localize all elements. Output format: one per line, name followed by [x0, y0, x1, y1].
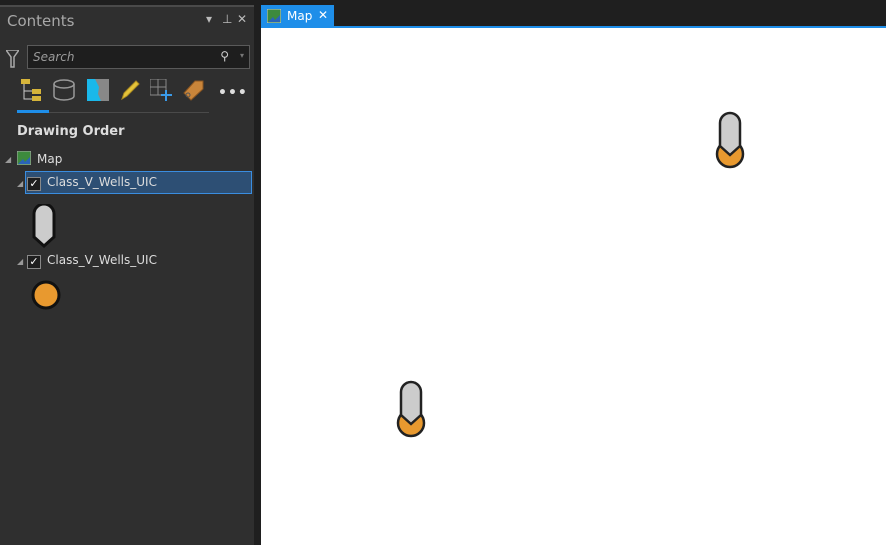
search-dropdown-icon[interactable]: ▾	[240, 51, 244, 60]
editing-icon[interactable]	[119, 79, 141, 101]
selection-icon[interactable]	[87, 79, 109, 101]
map-icon	[17, 151, 31, 165]
view-toolbar	[17, 77, 209, 113]
drawing-order-icon[interactable]	[21, 79, 43, 101]
snapping-icon[interactable]	[150, 79, 172, 101]
data-source-icon[interactable]	[53, 79, 75, 101]
map-icon	[267, 9, 281, 23]
more-options-icon[interactable]: •••	[218, 85, 248, 101]
search-icon[interactable]: ⚲	[220, 49, 229, 63]
map-node-label[interactable]: Map	[37, 152, 62, 166]
layer-visibility-checkbox[interactable]: ✓	[27, 177, 41, 191]
tab-bar: Map ✕	[261, 0, 886, 28]
drawing-order-heading: Drawing Order	[17, 124, 125, 139]
labeling-icon[interactable]	[182, 79, 204, 101]
contents-pane: Contents ▾ ⊥ ✕ Search ⚲ ▾ ••• Drawing Orde…	[0, 5, 254, 545]
layer-name[interactable]: Class_V_Wells_UIC	[47, 253, 157, 267]
expand-layer-icon[interactable]: ◢	[17, 179, 23, 188]
tab-map[interactable]: Map ✕	[261, 5, 334, 27]
layer-name[interactable]: Class_V_Wells_UIC	[47, 175, 157, 189]
search-placeholder: Search	[33, 50, 75, 64]
close-pane-icon[interactable]: ✕	[237, 12, 247, 26]
expand-map-icon[interactable]: ◢	[5, 155, 11, 164]
circle-symbol-icon	[31, 280, 61, 310]
map-view[interactable]	[261, 28, 886, 545]
pane-title: Contents	[7, 12, 75, 30]
pane-menu-icon[interactable]: ▾	[206, 12, 212, 26]
pin-symbol-icon	[32, 204, 56, 248]
search-input[interactable]: Search ⚲ ▾	[27, 45, 250, 69]
filter-icon[interactable]	[6, 50, 19, 68]
pin-icon[interactable]: ⊥	[222, 12, 232, 26]
expand-layer-icon[interactable]: ◢	[17, 257, 23, 266]
layer-visibility-checkbox[interactable]: ✓	[27, 255, 41, 269]
active-view-indicator	[17, 110, 49, 113]
well-point-marker[interactable]	[715, 111, 747, 171]
well-point-marker[interactable]	[396, 380, 428, 440]
tab-label: Map	[287, 9, 313, 23]
close-tab-icon[interactable]: ✕	[318, 8, 328, 22]
